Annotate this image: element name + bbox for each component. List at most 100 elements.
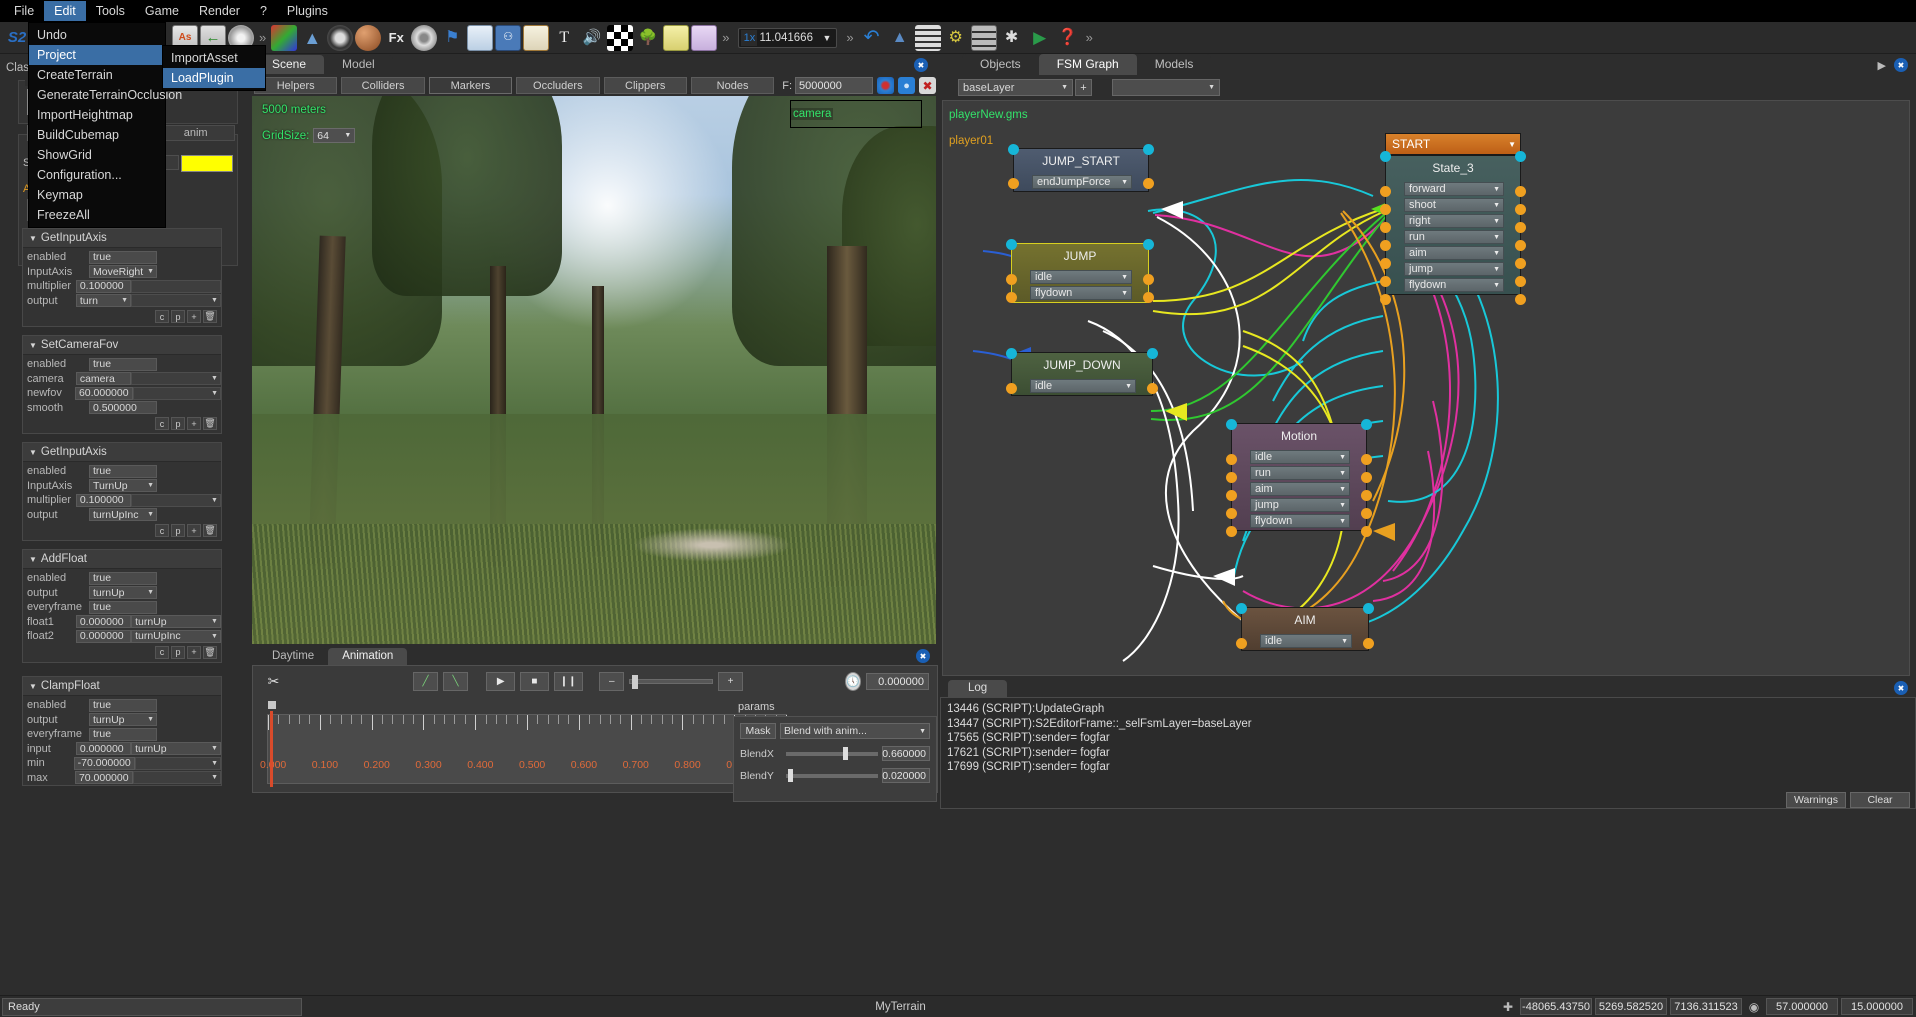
close-panel-icon[interactable]: ✖ [914, 58, 928, 72]
menu-create-terrain[interactable]: CreateTerrain [29, 65, 165, 85]
prop-value[interactable]: true [89, 465, 157, 478]
paste-button[interactable]: p [171, 646, 185, 659]
tab-daytime[interactable]: Daytime [258, 648, 328, 665]
node-port-param-in[interactable] [1008, 178, 1019, 189]
node-port-param-out[interactable] [1515, 258, 1526, 269]
prop-value[interactable]: 0.500000 [89, 401, 157, 414]
prop-value-dropdown[interactable]: turn▼ [76, 294, 131, 307]
node-port-in[interactable] [1226, 419, 1237, 430]
node-port-param-in[interactable] [1380, 222, 1391, 233]
node-port-param-in[interactable] [1006, 292, 1017, 303]
zoom-field[interactable]: 1x 11.041666 ▼ [738, 28, 837, 48]
paste-button[interactable]: p [171, 310, 185, 323]
menu-item-plugins[interactable]: Plugins [277, 1, 338, 21]
prop-value-2[interactable]: ▼ [131, 372, 221, 385]
node-port-in[interactable] [1006, 239, 1017, 250]
node-port-param-in[interactable] [1226, 490, 1237, 501]
fsm-node-motion[interactable]: Motion idle▼ run▼ aim▼ jump▼ flydown▼ [1231, 423, 1367, 531]
prop-value[interactable]: true [89, 572, 157, 585]
zoom-in-button[interactable]: + [718, 672, 743, 691]
delete-icon[interactable]: 🗑 [203, 417, 217, 430]
node-row[interactable]: idle▼ [1260, 634, 1352, 648]
menu-item-help[interactable]: ? [250, 1, 277, 21]
prop-value-2[interactable]: turnUp▼ [131, 615, 221, 628]
fx-icon[interactable]: Fx [383, 25, 409, 51]
node-port-param-in[interactable] [1236, 638, 1247, 649]
node-row[interactable]: endJumpForce▼ [1032, 175, 1132, 189]
menu-show-grid[interactable]: ShowGrid [29, 145, 165, 165]
grid-icon[interactable] [915, 25, 941, 51]
menu-import-asset[interactable]: ImportAsset [163, 48, 265, 68]
node-port-in[interactable] [1008, 144, 1019, 155]
prop-value[interactable]: 0.000000 [76, 630, 131, 643]
prop-value[interactable]: true [89, 601, 157, 614]
timeline-ruler[interactable]: 0.0000.1000.2000.3000.4000.5000.6000.700… [267, 714, 787, 784]
blendx-value[interactable]: 0.660000 [882, 746, 930, 761]
node-port-param-out[interactable] [1143, 178, 1154, 189]
menu-keymap[interactable]: Keymap [29, 185, 165, 205]
prop-value[interactable]: true [89, 251, 157, 264]
prop-value-dropdown[interactable]: turnUp▼ [89, 713, 157, 726]
blendy-value[interactable]: 0.020000 [882, 768, 930, 783]
camera-icon[interactable]: ● [898, 77, 915, 94]
menu-undo[interactable]: Undo [29, 25, 165, 45]
state-combo[interactable]: ▼ [1112, 79, 1220, 96]
menu-configuration[interactable]: Configuration... [29, 165, 165, 185]
propgroup-header[interactable]: ▼GetInputAxis [23, 229, 221, 248]
node-port-param-out[interactable] [1363, 638, 1374, 649]
node-port-param-in[interactable] [1006, 383, 1017, 394]
node-row[interactable]: idle▼ [1250, 450, 1350, 464]
toolbar-overflow-2[interactable]: » [719, 30, 732, 45]
copy-button[interactable]: c [155, 646, 169, 659]
layer-combo[interactable]: baseLayer▼ [958, 79, 1073, 96]
node-port-param-out[interactable] [1361, 472, 1372, 483]
copy-button[interactable]: c [155, 417, 169, 430]
node-row[interactable]: idle▼ [1030, 270, 1132, 284]
scissors-icon[interactable]: ✂ [261, 672, 286, 691]
menu-build-cubemap[interactable]: BuildCubemap [29, 125, 165, 145]
plant-icon[interactable]: 🌳 [635, 25, 661, 51]
purple-doc-icon[interactable] [691, 25, 717, 51]
filter-helpers[interactable]: Helpers [254, 77, 337, 94]
node-port-in[interactable] [1380, 151, 1391, 162]
tab-anim[interactable]: anim [157, 125, 235, 141]
new-terrain-icon[interactable]: ▲ [887, 25, 913, 51]
fsm-node-state-3[interactable]: State_3 forward▼ shoot▼ right▼ run▼ aim▼… [1385, 155, 1521, 295]
node-port-param-out[interactable] [1361, 490, 1372, 501]
flag-icon[interactable]: ⚑ [439, 25, 465, 51]
mask-combo[interactable]: Blend with anim...▼ [780, 723, 930, 739]
node-row[interactable]: run▼ [1250, 466, 1350, 480]
prop-value-dropdown[interactable]: MoveRight▼ [89, 265, 157, 278]
node-port-param-out[interactable] [1515, 240, 1526, 251]
node-port-param-out[interactable] [1361, 526, 1372, 537]
notes-icon[interactable] [523, 25, 549, 51]
menu-item-render[interactable]: Render [189, 1, 250, 21]
filter-clippers[interactable]: Clippers [604, 77, 687, 94]
stop-button[interactable]: ■ [520, 672, 549, 691]
prop-value-2[interactable]: ▼ [133, 387, 221, 400]
expand-icon[interactable]: ▶ [1878, 59, 1886, 72]
zoom-slider[interactable] [629, 679, 713, 684]
hierarchy-icon[interactable]: ⚇ [495, 25, 521, 51]
node-port-param-out[interactable] [1143, 292, 1154, 303]
frame-input[interactable]: 5000000 [795, 77, 873, 94]
add-button[interactable]: + [187, 310, 201, 323]
menu-generate-terrain-occlusion[interactable]: GenerateTerrainOcclusion [29, 85, 165, 105]
filter-markers[interactable]: Markers [429, 77, 512, 94]
fsm-node-jump-down[interactable]: JUMP_DOWN idle▼ [1011, 352, 1153, 396]
node-port-param-in[interactable] [1380, 186, 1391, 197]
prop-value[interactable]: true [89, 728, 157, 741]
filter-nodes[interactable]: Nodes [691, 77, 774, 94]
node-port-param-out[interactable] [1515, 276, 1526, 287]
menu-item-file[interactable]: File [4, 1, 44, 21]
node-port-param-in[interactable] [1226, 508, 1237, 519]
node-row[interactable]: flydown▼ [1030, 286, 1132, 300]
menu-load-plugin[interactable]: LoadPlugin [163, 68, 265, 88]
toolbar-overflow-3[interactable]: » [843, 30, 856, 45]
play-icon[interactable]: ▶ [1027, 25, 1053, 51]
menu-project[interactable]: Project [29, 45, 165, 65]
rubik-icon[interactable] [271, 25, 297, 51]
prop-value[interactable]: camera [76, 372, 131, 385]
help-icon[interactable]: ❓ [1055, 25, 1081, 51]
prop-value-2[interactable]: turnUp▼ [131, 742, 221, 755]
